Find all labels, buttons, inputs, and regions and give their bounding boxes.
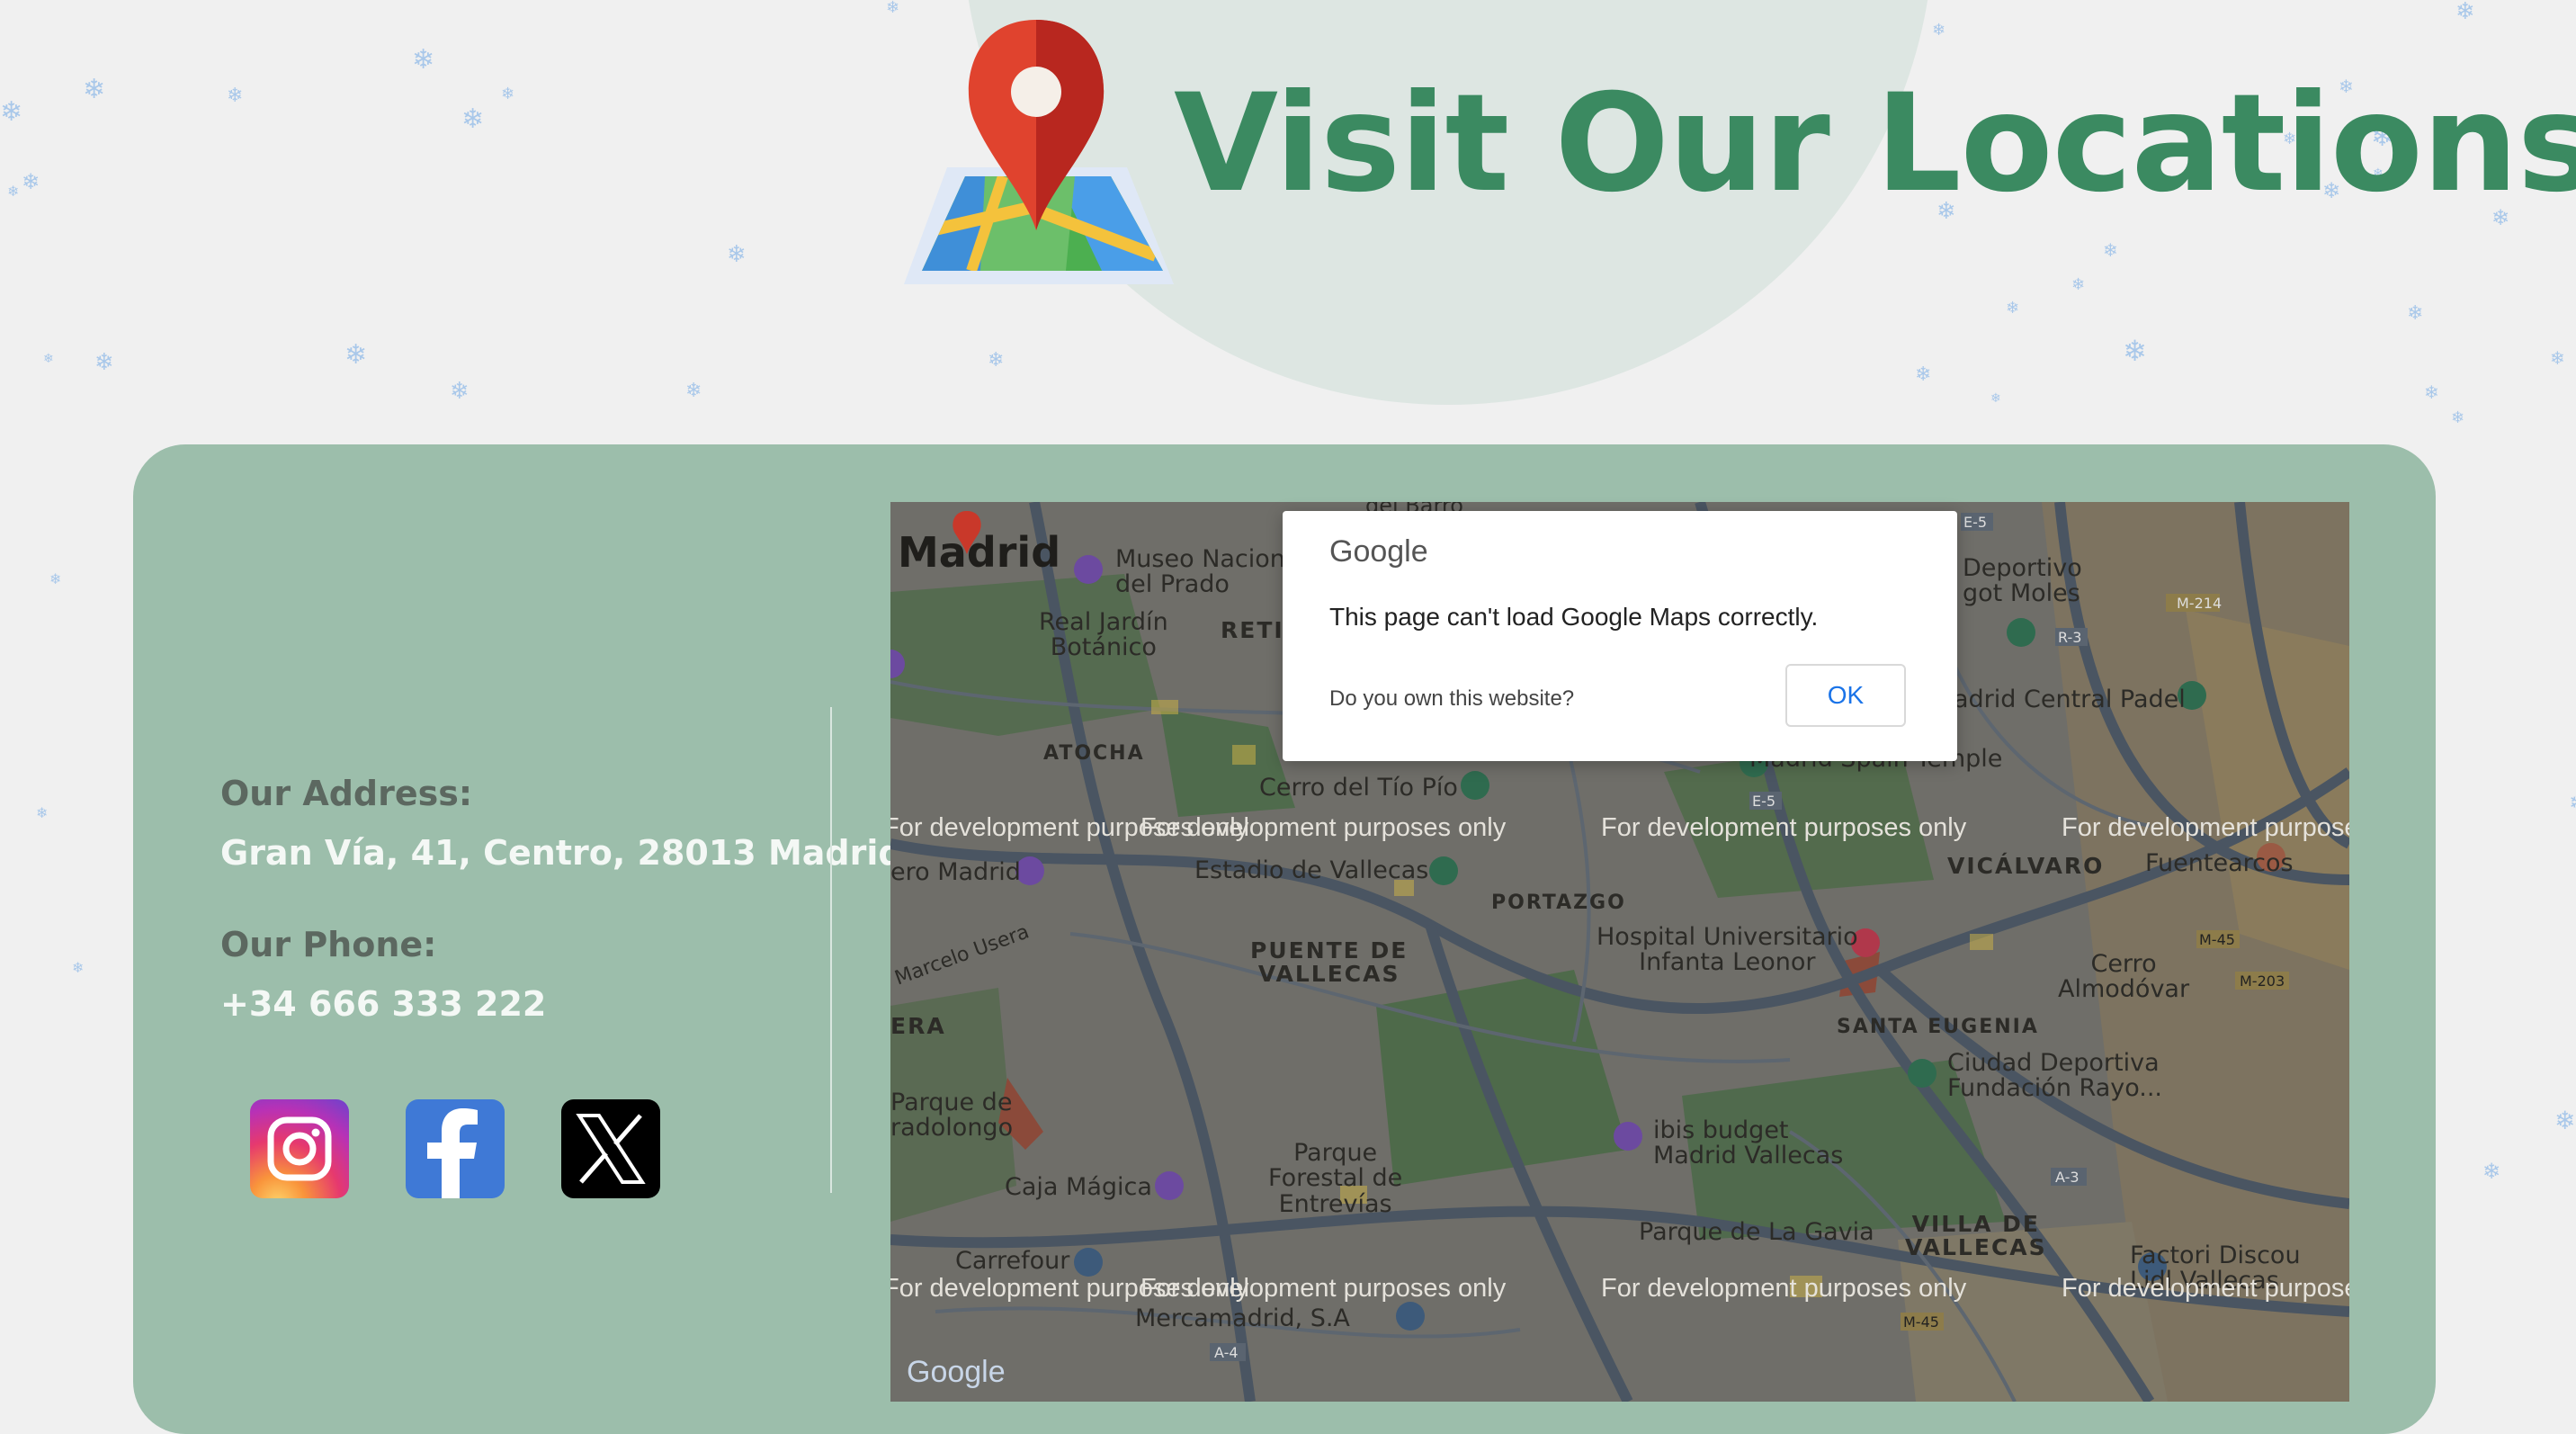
dev-watermark: For development purposes only <box>1140 813 1507 842</box>
page-title: Visit Our Locations <box>1174 66 2576 222</box>
map-label-vicalvaro: VICÁLVARO <box>1947 853 2105 879</box>
map-label-fuentearcos: Fuentearcos <box>2145 849 2294 877</box>
road-label-e5-north: E-5 <box>1963 514 1988 531</box>
map-label-puente-vallecas: PUENTE DE VALLECAS <box>1250 937 1409 988</box>
map-label-ibis: ibis budget Madrid Vallecas <box>1653 1116 1844 1170</box>
map-label-atocha: ATOCHA <box>1043 742 1145 765</box>
map-label-santa-eugenia: SANTA EUGENIA <box>1837 1016 2039 1038</box>
map-label-madrid: Madrid <box>898 528 1061 577</box>
social-links <box>250 1099 660 1198</box>
instagram-icon <box>267 1116 332 1181</box>
map-label-estadio-vallecas: Estadio de Vallecas <box>1194 856 1429 884</box>
map-label-carrefour: Carrefour <box>955 1247 1070 1275</box>
map-label-cerro-tio-pio: Cerro del Tío Pío <box>1259 774 1458 802</box>
dev-watermark: For development purposes only <box>2062 1274 2349 1303</box>
road-label-e5: E-5 <box>1752 793 1776 810</box>
map-label-portazgo: PORTAZGO <box>1491 892 1626 914</box>
dev-watermark: For development purposes only <box>2062 813 2349 842</box>
ok-button[interactable]: OK <box>1785 664 1906 727</box>
map-label-museo: Museo Nacional del Prado <box>1115 545 1307 599</box>
facebook-icon <box>427 1108 478 1198</box>
map-label-parque-gavia: Parque de La Gavia <box>1639 1218 1874 1246</box>
maps-error-dialog: Google This page can't load Google Maps … <box>1283 511 1957 761</box>
dev-watermark: For development purposes only <box>1140 1274 1507 1303</box>
road-label-m45-south: M-45 <box>1903 1313 1939 1331</box>
contact-info: Our Address: Gran Vía, 41, Centro, 28013… <box>220 774 903 1024</box>
map-label-era: ERA <box>890 1013 946 1039</box>
x-link[interactable] <box>561 1099 660 1198</box>
google-logo[interactable]: Google <box>907 1356 1006 1389</box>
x-icon <box>576 1114 646 1184</box>
road-label-a4: A-4 <box>1214 1344 1239 1361</box>
map-label-padel: adrid Central Padel <box>1954 686 2186 713</box>
road-label-m214: M-214 <box>2177 595 2223 612</box>
map-label-parque-aradolongo: Parque de radolongo <box>890 1089 1014 1143</box>
map-label-ero-madrid: ero Madrid <box>890 858 1021 886</box>
road-label-a3: A-3 <box>2055 1169 2080 1186</box>
map-label-real-jardin: Real Jardín Botánico <box>1039 608 1168 662</box>
map-label-deportivo: Deportivo got Moles <box>1963 554 2082 608</box>
map-label-reti: RETI <box>1221 617 1284 643</box>
map-label-mercamadrid: Mercamadrid, S.A <box>1135 1304 1350 1332</box>
address-label: Our Address: <box>220 774 473 813</box>
map-label-hospital: Hospital Universitario Infanta Leonor <box>1597 923 1858 977</box>
map-label-villa-vallecas: VILLA DE VALLECAS <box>1905 1211 2047 1261</box>
facebook-link[interactable] <box>406 1099 505 1198</box>
dev-watermark: For development purposes only <box>1601 1274 1967 1303</box>
phone-label: Our Phone: <box>220 925 437 964</box>
dialog-question: Do you own this website? <box>1329 686 1575 711</box>
map-label-caja-magica: Caja Mágica <box>1005 1173 1152 1201</box>
road-label-m45: M-45 <box>2199 931 2235 948</box>
map-label-ciudad-deportiva: Ciudad Deportiva Fundación Rayo... <box>1947 1049 2163 1103</box>
dialog-message: This page can't load Google Maps correct… <box>1329 603 1819 631</box>
map-pin-icon <box>895 14 1178 299</box>
dev-watermark: For development purposes only <box>1601 813 1967 842</box>
map-label-cerro-almodovar: Cerro Almodóvar <box>2058 950 2190 1004</box>
vertical-divider <box>830 707 832 1193</box>
road-label-r3: R-3 <box>2058 629 2082 646</box>
map-label-parque-forestal: Parque Forestal de Entrevías <box>1268 1139 1403 1218</box>
address-value: Gran Vía, 41, Centro, 28013 Madrid <box>220 833 903 873</box>
dialog-google-logo: Google <box>1329 534 1428 569</box>
road-label-m203: M-203 <box>2240 972 2285 990</box>
instagram-link[interactable] <box>250 1099 349 1198</box>
phone-value: +34 666 333 222 <box>220 984 547 1024</box>
